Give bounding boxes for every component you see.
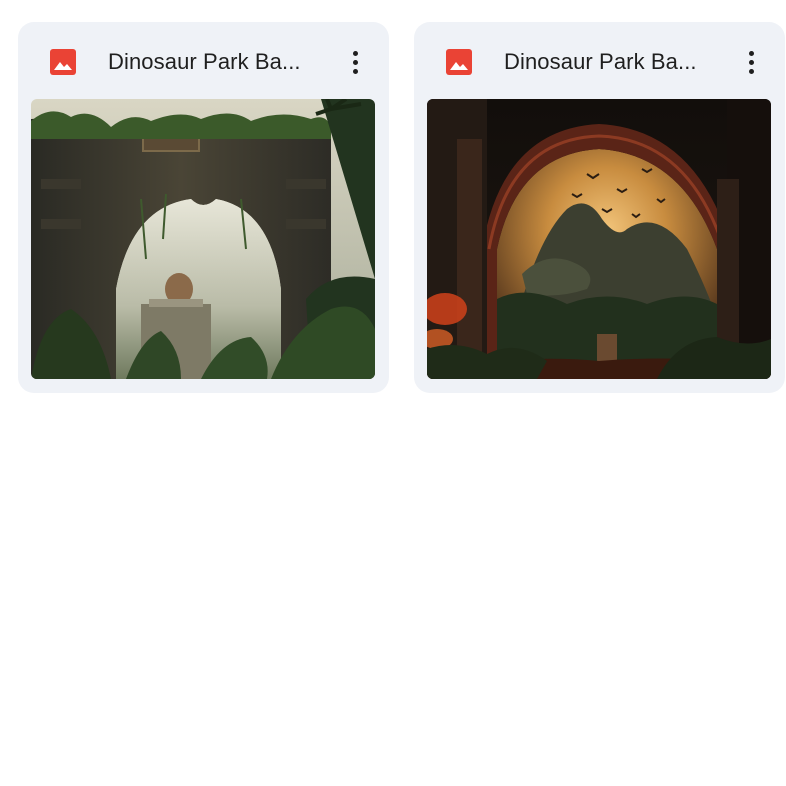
file-title[interactable]: Dinosaur Park Ba...	[108, 47, 323, 77]
file-card[interactable]: Dinosaur Park Ba...	[18, 22, 389, 393]
file-card[interactable]: Dinosaur Park Ba...	[414, 22, 785, 393]
more-vert-icon	[749, 51, 754, 56]
more-options-button[interactable]	[335, 42, 375, 82]
image-file-icon	[49, 48, 77, 76]
dinosaur-archway-sunset-thumbnail[interactable]	[427, 99, 771, 379]
more-vert-icon	[353, 51, 358, 56]
file-card-header: Dinosaur Park Ba...	[18, 22, 389, 99]
file-grid: Dinosaur Park Ba... Dinosaur Park Ba...	[0, 0, 786, 786]
more-options-button[interactable]	[731, 42, 771, 82]
jungle-stone-archway-thumbnail[interactable]	[31, 99, 375, 379]
image-file-icon	[445, 48, 473, 76]
file-card-header: Dinosaur Park Ba...	[414, 22, 785, 99]
file-title[interactable]: Dinosaur Park Ba...	[504, 47, 719, 77]
